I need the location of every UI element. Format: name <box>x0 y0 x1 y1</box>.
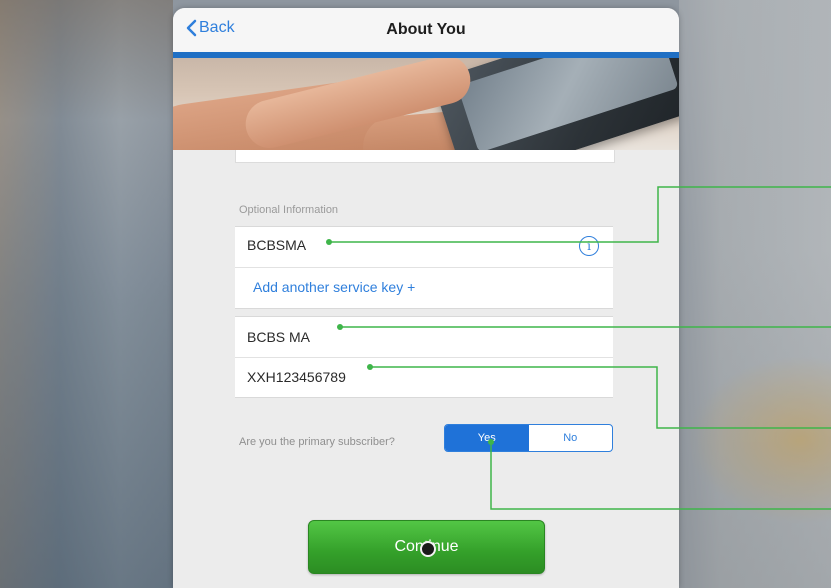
callout-dot-member-id <box>367 364 373 370</box>
callout-line-service-key <box>329 186 831 243</box>
callout-lines <box>326 186 831 510</box>
callout-line-primary-subscriber <box>490 442 831 510</box>
callout-line-member-id <box>370 366 831 429</box>
callout-dot-primary-subscriber <box>488 439 494 445</box>
callout-dot-plan-name <box>337 324 343 330</box>
callout-dot-service-key <box>326 239 332 245</box>
